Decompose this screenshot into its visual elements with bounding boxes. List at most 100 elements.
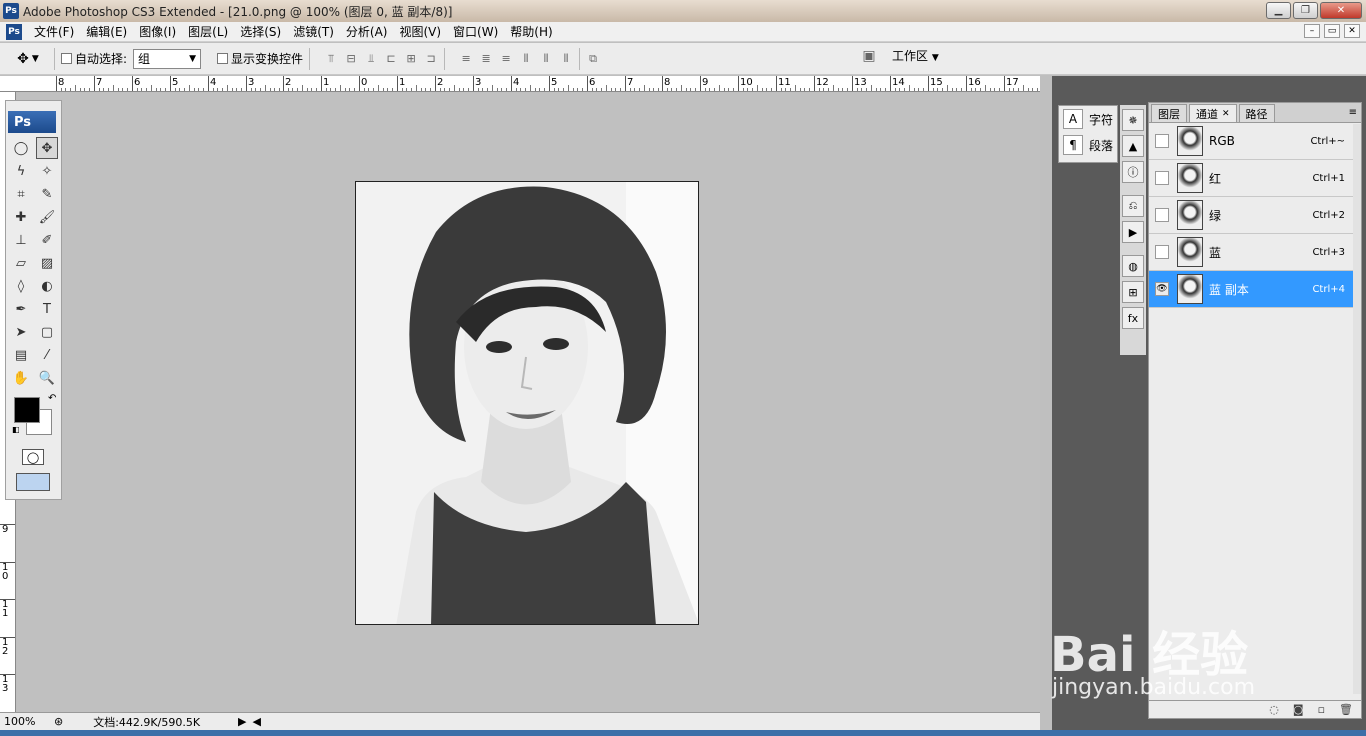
menu-help[interactable]: 帮助(H) [510, 23, 552, 40]
notes-tool-icon[interactable]: ▤ [10, 344, 32, 366]
distribute-top-icon[interactable]: ≡ [459, 52, 473, 66]
type-tool-icon[interactable]: T [36, 298, 58, 320]
info-icon[interactable]: ⓘ [1122, 161, 1144, 183]
close-button[interactable]: ✕ [1320, 2, 1362, 19]
visibility-toggle[interactable] [1155, 245, 1169, 259]
magic-wand-tool-icon[interactable]: ✧ [36, 160, 58, 182]
lasso-tool-icon[interactable]: ϟ [10, 160, 32, 182]
doc-restore-button[interactable]: ▭ [1324, 24, 1340, 38]
menu-file[interactable]: 文件(F) [34, 23, 74, 40]
hand-tool-icon[interactable]: ✋ [10, 367, 32, 389]
panel-menu-icon[interactable]: ≡ [1349, 107, 1357, 118]
screen-mode-icon[interactable] [16, 473, 50, 491]
new-channel-icon[interactable]: ▫ [1318, 703, 1325, 716]
crop-tool-icon[interactable]: ⌗ [10, 183, 32, 205]
visibility-toggle[interactable] [1155, 171, 1169, 185]
checkbox-box[interactable] [217, 53, 229, 64]
maximize-button[interactable]: ❐ [1293, 2, 1318, 19]
align-vcenter-icon[interactable]: ⊟ [344, 52, 358, 66]
eyedropper-tool-icon[interactable]: ⁄ [36, 344, 58, 366]
distribute-vcenter-icon[interactable]: ≣ [479, 52, 493, 66]
history-icon[interactable]: ⎌ [1122, 195, 1144, 217]
document-icon[interactable]: Ps [6, 23, 22, 40]
quick-mask-icon[interactable]: ◯ [22, 449, 44, 465]
grid-icon[interactable]: ⊞ [1122, 281, 1144, 303]
visibility-toggle[interactable] [1155, 134, 1169, 148]
ruler-tick [549, 76, 550, 91]
gradient-tool-icon[interactable]: ▨ [36, 252, 58, 274]
menu-select[interactable]: 选择(S) [240, 23, 281, 40]
menu-view[interactable]: 视图(V) [399, 23, 441, 40]
channel-row-rgb[interactable]: RGB Ctrl+~ [1149, 123, 1361, 160]
status-menu-arrow-icon[interactable]: ▶ [238, 715, 246, 728]
pen-tool-icon[interactable]: ✒ [10, 298, 32, 320]
distribute-hcenter-icon[interactable]: ⦀ [539, 52, 553, 66]
eye-icon[interactable]: 👁 [1155, 282, 1169, 296]
foreground-color[interactable] [14, 397, 40, 423]
blur-tool-icon[interactable]: ◊ [10, 275, 32, 297]
slice-tool-icon[interactable]: ✎ [36, 183, 58, 205]
align-right-icon[interactable]: ⊐ [424, 52, 438, 66]
navigator-icon[interactable]: ✵ [1122, 109, 1144, 131]
menu-image[interactable]: 图像(I) [139, 23, 176, 40]
character-panel-button[interactable]: A 字符 [1059, 106, 1117, 132]
align-bottom-icon[interactable]: ⫫ [364, 52, 378, 66]
distribute-left-icon[interactable]: ⦀ [519, 52, 533, 66]
tab-paths[interactable]: 路径 [1238, 104, 1275, 122]
scroll-left-icon[interactable]: ◀ [253, 715, 261, 728]
channel-row-green[interactable]: 绿 Ctrl+2 [1149, 197, 1361, 234]
align-hcenter-icon[interactable]: ⊞ [404, 52, 418, 66]
marquee-tool-icon[interactable]: ◯ [10, 137, 32, 159]
dodge-tool-icon[interactable]: ◐ [36, 275, 58, 297]
move-tool-icon[interactable]: ✥ [36, 137, 58, 159]
channel-row-red[interactable]: 红 Ctrl+1 [1149, 160, 1361, 197]
clone-stamp-tool-icon[interactable]: ⊥ [10, 229, 32, 251]
auto-select-checkbox[interactable]: 自动选择: [61, 50, 127, 67]
doc-minimize-button[interactable]: – [1304, 24, 1320, 38]
align-left-icon[interactable]: ⊏ [384, 52, 398, 66]
channel-row-blue-copy[interactable]: 👁 蓝 副本 Ctrl+4 [1149, 271, 1361, 308]
styles-icon[interactable]: fx [1122, 307, 1144, 329]
visibility-toggle[interactable] [1155, 208, 1169, 222]
menu-window[interactable]: 窗口(W) [453, 23, 498, 40]
show-transform-checkbox[interactable]: 显示变换控件 [217, 50, 303, 67]
distribute-bottom-icon[interactable]: ≡ [499, 52, 513, 66]
zoom-level[interactable]: 100% [4, 715, 44, 728]
eraser-tool-icon[interactable]: ▱ [10, 252, 32, 274]
close-tab-icon[interactable]: ✕ [1222, 109, 1230, 119]
tool-preset-picker[interactable]: ✥ ▼ [8, 47, 48, 71]
auto-align-icon[interactable]: ⧉ [586, 52, 600, 66]
shape-tool-icon[interactable]: ▢ [36, 321, 58, 343]
tab-layers[interactable]: 图层 [1151, 104, 1187, 122]
menu-edit[interactable]: 编辑(E) [86, 23, 127, 40]
zoom-tool-icon[interactable]: 🔍 [36, 367, 58, 389]
minimize-button[interactable]: ▁ [1266, 2, 1291, 19]
brush-tool-icon[interactable]: 🖌 [36, 206, 58, 228]
align-top-icon[interactable]: ⫪ [324, 52, 338, 66]
path-selection-tool-icon[interactable]: ➤ [10, 321, 32, 343]
distribute-right-icon[interactable]: ⦀ [559, 52, 573, 66]
menu-analysis[interactable]: 分析(A) [346, 23, 388, 40]
doc-close-button[interactable]: ✕ [1344, 24, 1360, 38]
default-colors-icon[interactable]: ◧ [12, 425, 20, 434]
tab-channels[interactable]: 通道 ✕ [1189, 104, 1237, 122]
bridge-icon[interactable]: ▣ [862, 48, 876, 64]
history-brush-tool-icon[interactable]: ✐ [36, 229, 58, 251]
status-icon[interactable]: ⊛ [54, 715, 63, 728]
swap-colors-icon[interactable]: ↶ [48, 393, 56, 404]
delete-channel-icon[interactable]: 🗑 [1339, 703, 1353, 716]
channel-row-blue[interactable]: 蓝 Ctrl+3 [1149, 234, 1361, 271]
auto-select-dropdown[interactable]: 组 ▼ [133, 48, 202, 69]
histogram-icon[interactable]: ▲ [1122, 135, 1144, 157]
document-image[interactable] [355, 181, 699, 625]
ruler-tick [890, 76, 891, 91]
menu-filter[interactable]: 滤镜(T) [293, 23, 334, 40]
healing-brush-tool-icon[interactable]: ✚ [10, 206, 32, 228]
menu-layer[interactable]: 图层(L) [188, 23, 228, 40]
workspace-menu[interactable]: 工作区 ▼ [892, 47, 939, 64]
checkbox-box[interactable] [61, 53, 72, 64]
panel-scrollbar[interactable] [1353, 124, 1361, 694]
swatches-icon[interactable]: ◍ [1122, 255, 1144, 277]
paragraph-panel-button[interactable]: ¶ 段落 [1059, 132, 1117, 158]
actions-icon[interactable]: ▶ [1122, 221, 1144, 243]
